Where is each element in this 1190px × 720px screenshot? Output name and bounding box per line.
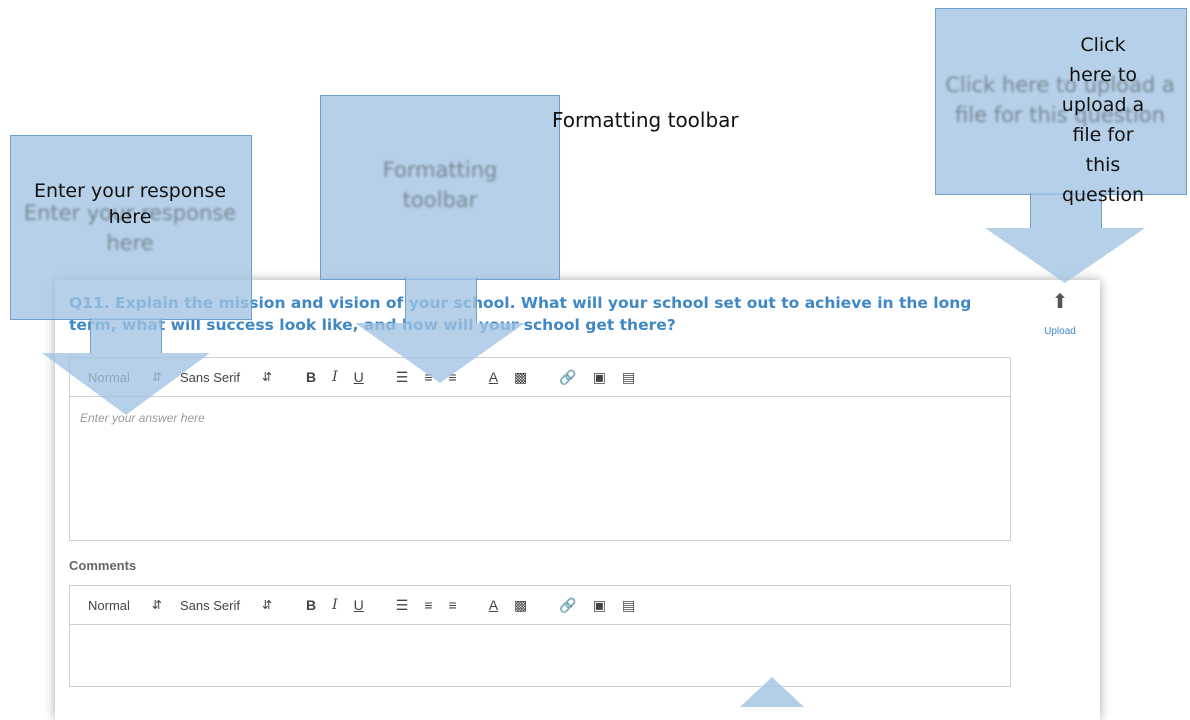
underline-icon[interactable]: U: [354, 597, 364, 613]
question-panel: Q11. Explain the mission and vision of y…: [55, 280, 1100, 720]
arrow-down-icon: [355, 323, 525, 383]
select-arrows-icon: ⇵: [151, 598, 162, 612]
arrow-up-icon: [740, 677, 804, 707]
bullet-list-icon[interactable]: ≡: [424, 597, 432, 613]
align-icon[interactable]: ≡: [449, 597, 457, 613]
response-callout-text: Enter your response here: [33, 180, 227, 228]
upload-callout-text: Click here to upload a file for this que…: [1061, 34, 1145, 206]
answer-input[interactable]: Enter your answer here: [70, 397, 1010, 439]
italic-icon[interactable]: I: [332, 369, 338, 385]
comments-input[interactable]: [70, 625, 1010, 653]
callout-arrow-stem: [405, 278, 477, 323]
select-arrows-icon: ⇵: [261, 598, 273, 612]
upload-label: Upload: [1044, 326, 1076, 337]
background-color-icon[interactable]: ▩: [514, 597, 527, 614]
upload-button[interactable]: ⬆ Upload: [1040, 292, 1080, 337]
comments-editor: Normal ⇵ Sans Serif ⇵ B I U ☰ ≡ ≡ A ▩ 🔗 …: [69, 585, 1011, 687]
bold-icon[interactable]: B: [306, 597, 316, 613]
answer-editor: Normal ⇵ Sans Serif ⇵ B I U ☰ ≡ ≡ A ▩ 🔗 …: [69, 357, 1011, 541]
arrow-down-icon: [985, 228, 1145, 283]
comments-font-select[interactable]: Sans Serif ⇵: [180, 598, 272, 613]
video-icon[interactable]: ▤: [622, 597, 635, 614]
upload-icon: ⬆: [1051, 291, 1069, 313]
bold-icon[interactable]: B: [306, 369, 316, 385]
video-icon[interactable]: ▤: [622, 369, 635, 386]
toolbar-ghost-text: Formatting toolbar: [382, 158, 498, 212]
image-icon[interactable]: ▣: [593, 369, 606, 386]
answer-toolbar: Normal ⇵ Sans Serif ⇵ B I U ☰ ≡ ≡ A ▩ 🔗 …: [70, 358, 1010, 397]
format-select-value: Normal: [88, 597, 130, 613]
comments-label: Comments: [69, 558, 137, 573]
link-icon[interactable]: 🔗: [559, 369, 576, 386]
arrow-down-icon: [42, 353, 210, 415]
select-arrows-icon: ⇵: [261, 370, 273, 384]
font-select-value: Sans Serif: [179, 597, 240, 613]
image-icon[interactable]: ▣: [593, 597, 606, 614]
ordered-list-icon[interactable]: ☰: [396, 597, 409, 614]
italic-icon[interactable]: I: [332, 597, 338, 613]
comments-toolbar: Normal ⇵ Sans Serif ⇵ B I U ☰ ≡ ≡ A ▩ 🔗 …: [70, 586, 1010, 625]
link-icon[interactable]: 🔗: [559, 597, 576, 614]
formatting-toolbar-label: Formatting toolbar: [552, 108, 739, 132]
comments-format-select[interactable]: Normal ⇵: [88, 598, 162, 613]
text-color-icon[interactable]: A: [489, 597, 498, 613]
callout-arrow-stem: [90, 318, 162, 353]
